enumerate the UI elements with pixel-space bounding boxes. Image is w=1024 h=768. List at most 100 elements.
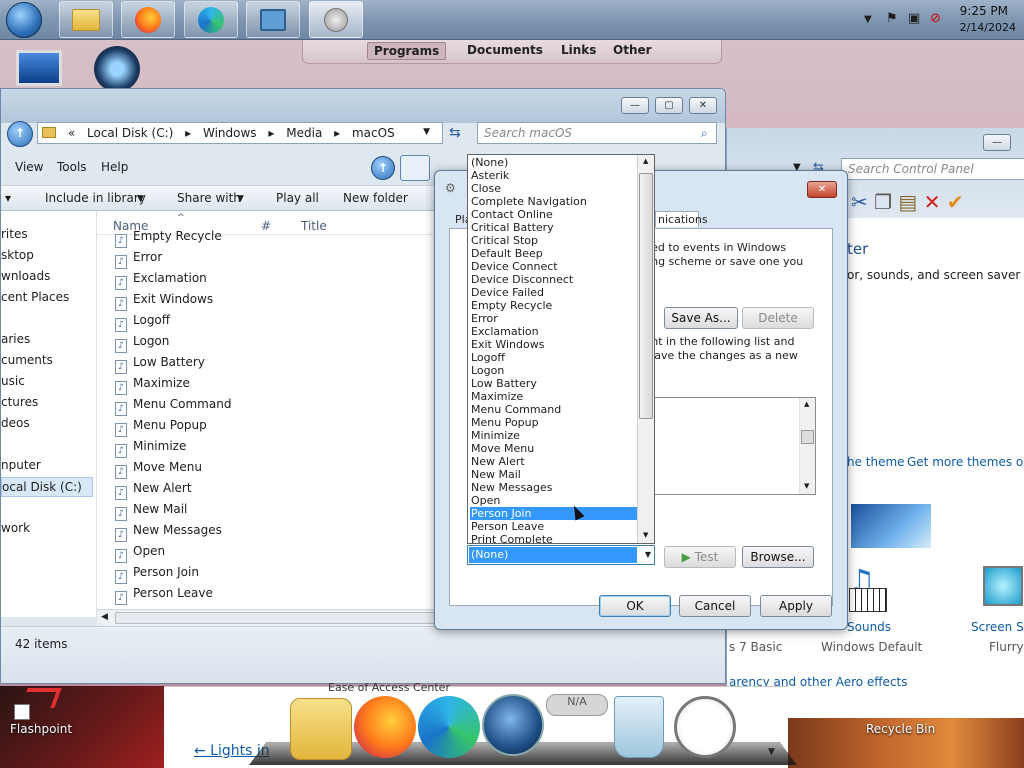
scroll-thumb[interactable]: [801, 430, 814, 444]
file-row[interactable]: ♪ Empty Recycle: [115, 229, 222, 249]
cancel-button[interactable]: Cancel: [679, 595, 751, 617]
toolbar-arrow[interactable]: ▾: [5, 191, 11, 205]
flashpoint-icon[interactable]: [14, 704, 30, 720]
dropdown-option[interactable]: Open: [470, 494, 638, 507]
sound-select-dropdown-list[interactable]: (None) Asterik Close Complete Navigation Con…: [467, 154, 655, 544]
scroll-thumb[interactable]: [639, 173, 653, 419]
dropdown-option[interactable]: Menu Popup: [470, 416, 638, 429]
disc-desktop-icon[interactable]: [94, 46, 140, 92]
dropdown-option[interactable]: Maximize: [470, 390, 638, 403]
maximize-button[interactable]: ▢: [655, 97, 683, 114]
dropdown-scrollbar[interactable]: ▲ ▼: [637, 155, 654, 543]
file-row[interactable]: ♪ Menu Popup: [115, 418, 207, 438]
view-toggle-button[interactable]: [400, 155, 430, 181]
dropdown-option[interactable]: Person Join: [470, 507, 638, 520]
taskbar-firefox-button[interactable]: [121, 1, 175, 38]
tab-programs[interactable]: Programs: [367, 42, 447, 60]
dropdown-option[interactable]: Print Complete: [470, 533, 638, 543]
dropdown-option[interactable]: Logon: [470, 364, 638, 377]
dock-clock-icon[interactable]: [674, 696, 736, 758]
breadcrumb-windows[interactable]: Windows: [203, 126, 257, 140]
file-row[interactable]: ♪ Move Menu: [115, 460, 202, 480]
dock-edge-icon[interactable]: [418, 696, 480, 758]
volume-muted-icon[interactable]: ⊘: [930, 11, 941, 26]
flashpoint-label[interactable]: Flashpoint: [10, 722, 72, 736]
refresh-icon[interactable]: ⇆: [449, 125, 461, 141]
menu-help[interactable]: Help: [101, 160, 128, 174]
clock-time[interactable]: 9:25 PM: [960, 4, 1008, 18]
nav-documents[interactable]: cuments: [1, 353, 53, 367]
share-with-button[interactable]: Share with: [177, 191, 241, 205]
file-row[interactable]: ♪ Logon: [115, 334, 169, 354]
file-row[interactable]: ♪ Exclamation: [115, 271, 207, 291]
nav-pictures[interactable]: ctures: [1, 395, 38, 409]
dropdown-option[interactable]: New Mail: [470, 468, 638, 481]
menu-view[interactable]: View: [15, 160, 43, 174]
file-row[interactable]: ♪ Logoff: [115, 313, 170, 333]
nav-computer[interactable]: nputer: [1, 458, 41, 472]
monitor-desktop-icon[interactable]: [16, 50, 62, 86]
dropdown-option[interactable]: Move Menu: [470, 442, 638, 455]
file-row[interactable]: ♪ Open: [115, 544, 165, 564]
taskbar-control-panel-button[interactable]: [246, 1, 300, 38]
dropdown-option[interactable]: Critical Battery: [470, 221, 638, 234]
apply-button[interactable]: Apply: [760, 595, 832, 617]
nav-desktop[interactable]: sktop: [1, 248, 34, 262]
clock-date[interactable]: 2/14/2024: [960, 21, 1016, 34]
close-button[interactable]: ✕: [807, 181, 837, 198]
scroll-down-arrow[interactable]: ▼: [643, 531, 648, 539]
tab-links[interactable]: Links: [555, 42, 602, 60]
dropdown-option[interactable]: Device Failed: [470, 286, 638, 299]
nav-favorites[interactable]: rites: [1, 227, 28, 241]
nav-recent-places[interactable]: cent Places: [1, 290, 69, 304]
dock-start-icon[interactable]: [482, 694, 544, 756]
file-row[interactable]: ♪ New Mail: [115, 502, 187, 522]
screensaver-link[interactable]: Screen Sav: [971, 620, 1024, 634]
include-in-library-button[interactable]: Include in library: [45, 191, 146, 205]
dropdown-option[interactable]: Asterik: [470, 169, 638, 182]
theme-link[interactable]: he theme: [847, 455, 905, 469]
dropdown-option[interactable]: Low Battery: [470, 377, 638, 390]
delete-icon[interactable]: ✕: [924, 190, 941, 214]
sound-select[interactable]: (None) ▼: [467, 545, 655, 565]
dropdown-option[interactable]: Device Disconnect: [470, 273, 638, 286]
checkmark-icon[interactable]: ✔: [947, 190, 964, 214]
dropdown-option[interactable]: Person Leave: [470, 520, 638, 533]
file-row[interactable]: ♪ Menu Command: [115, 397, 231, 417]
file-row[interactable]: ♪ Person Join: [115, 565, 199, 585]
flag-icon[interactable]: ⚑: [886, 11, 898, 26]
new-folder-button[interactable]: New folder: [343, 191, 408, 205]
column-number[interactable]: #: [261, 219, 271, 233]
test-button[interactable]: ▶ Test: [664, 546, 736, 568]
tab-other[interactable]: Other: [607, 42, 658, 60]
taskbar-edge-button[interactable]: [184, 1, 238, 38]
breadcrumb-media[interactable]: Media: [286, 126, 322, 140]
chevron-down-icon[interactable]: ▼: [423, 127, 430, 137]
tab-communications[interactable]: nications: [655, 211, 708, 227]
dropdown-option[interactable]: (None): [470, 156, 638, 169]
close-button[interactable]: ✕: [689, 97, 717, 114]
copy-icon[interactable]: ❐: [874, 190, 892, 214]
dropdown-option[interactable]: Menu Command: [470, 403, 638, 416]
file-row[interactable]: ♪ New Alert: [115, 481, 192, 501]
dropdown-option[interactable]: New Messages: [470, 481, 638, 494]
dropdown-option[interactable]: Default Beep: [470, 247, 638, 260]
screensaver-icon[interactable]: [983, 566, 1023, 606]
file-row[interactable]: ♪ Exit Windows: [115, 292, 213, 312]
back-button[interactable]: ↑: [7, 121, 33, 147]
column-title[interactable]: Title: [301, 219, 327, 233]
dropdown-option[interactable]: Device Connect: [470, 260, 638, 273]
sounds-link[interactable]: Sounds: [847, 620, 891, 634]
theme-thumbnail[interactable]: [851, 504, 931, 548]
minimize-button[interactable]: —: [983, 134, 1011, 151]
chevron-up-icon[interactable]: ▼: [864, 14, 872, 25]
nav-network[interactable]: work: [1, 521, 30, 535]
nav-libraries[interactable]: aries: [1, 332, 30, 346]
program-events-list[interactable]: ▲ ▼: [638, 397, 816, 495]
ok-button[interactable]: OK: [599, 595, 671, 617]
file-row[interactable]: ♪ Maximize: [115, 376, 190, 396]
nav-downloads[interactable]: wnloads: [1, 269, 50, 283]
scroll-down-arrow[interactable]: ▼: [804, 482, 809, 490]
file-row[interactable]: ♪ Error: [115, 250, 162, 270]
dock-recycle-bin-icon[interactable]: [614, 696, 664, 758]
